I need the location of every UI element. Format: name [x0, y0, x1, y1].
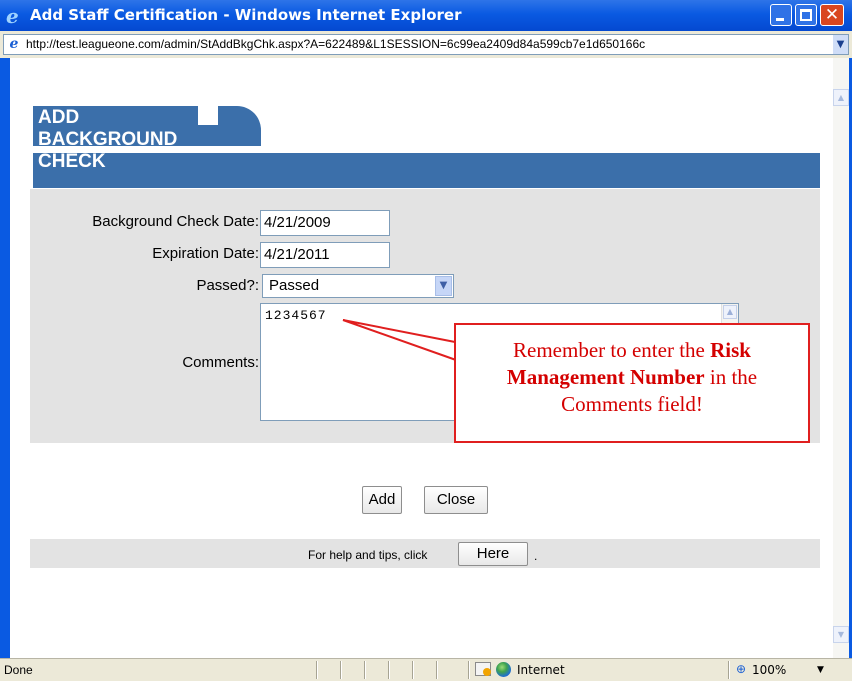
callout-text-before: Remember to enter the [513, 338, 711, 362]
minimize-button[interactable] [770, 4, 792, 26]
page-scrollbar[interactable] [833, 58, 849, 658]
close-window-button[interactable]: ✕ [820, 4, 844, 26]
chevron-down-icon: ▼ [836, 39, 845, 50]
comments-label: Comments: [182, 354, 259, 371]
maximize-button[interactable] [795, 4, 817, 26]
security-zone[interactable]: Internet [517, 663, 565, 678]
status-bar: Done Internet ⊕ 100% ▼ [0, 658, 852, 681]
minimize-icon [776, 18, 784, 21]
address-url[interactable]: http://test.leagueone.com/admin/StAddBkg… [26, 37, 831, 52]
expiration-date-input[interactable]: 4/21/2011 [260, 242, 390, 268]
close-button[interactable]: Close [424, 486, 488, 514]
status-divider [468, 661, 470, 679]
help-here-button[interactable]: Here [458, 542, 528, 566]
status-divider [436, 661, 438, 679]
globe-icon [496, 662, 511, 677]
passed-select-value: Passed [269, 277, 320, 294]
expiration-date-label: Expiration Date: [152, 245, 259, 262]
window-title-bar[interactable]: e Add Staff Certification - Windows Inte… [0, 0, 852, 31]
zoom-icon[interactable]: ⊕ [736, 662, 746, 677]
help-suffix: . [534, 549, 538, 563]
address-dropdown-button[interactable]: ▼ [833, 35, 848, 54]
passed-select[interactable]: Passed ▼ [262, 274, 454, 298]
close-icon: ✕ [824, 5, 840, 25]
comments-value: 1234567 [265, 308, 327, 323]
scroll-up-icon[interactable]: ▲ [723, 305, 737, 319]
window-frame-left [0, 58, 10, 658]
page-icon: e [9, 36, 19, 52]
chevron-down-icon[interactable]: ▼ [817, 663, 824, 678]
protected-mode-icon[interactable] [475, 662, 491, 676]
chevron-down-icon[interactable]: ▼ [435, 276, 452, 296]
warning-icon [483, 668, 491, 676]
page-content: ADD BACKGROUND CHECK Background Check Da… [10, 58, 833, 658]
callout-text: Remember to enter the Risk Management Nu… [466, 337, 798, 418]
window-title: Add Staff Certification - Windows Intern… [30, 6, 462, 24]
help-bar: For help and tips, click [30, 539, 820, 568]
status-divider [340, 661, 342, 679]
scroll-down-icon[interactable]: ▼ [833, 626, 849, 643]
page-title: ADD BACKGROUND CHECK [38, 107, 178, 172]
scroll-up-icon[interactable]: ▲ [833, 89, 849, 106]
status-text: Done [4, 663, 33, 677]
address-input[interactable]: e http://test.leagueone.com/admin/StAddB… [3, 34, 849, 55]
address-bar: e http://test.leagueone.com/admin/StAddB… [0, 31, 852, 58]
status-divider [412, 661, 414, 679]
status-divider [728, 661, 730, 679]
help-text: For help and tips, click [308, 548, 428, 562]
zoom-level[interactable]: 100% [752, 663, 786, 678]
status-divider [388, 661, 390, 679]
maximize-icon [800, 9, 812, 21]
internet-explorer-icon: e [6, 4, 19, 28]
callout-box: Remember to enter the Risk Management Nu… [454, 323, 810, 443]
bg-check-date-label: Background Check Date: [92, 213, 259, 230]
status-divider [316, 661, 318, 679]
passed-label: Passed?: [196, 277, 259, 294]
status-divider [364, 661, 366, 679]
bg-check-date-input[interactable]: 4/21/2009 [260, 210, 390, 236]
add-button[interactable]: Add [362, 486, 402, 514]
